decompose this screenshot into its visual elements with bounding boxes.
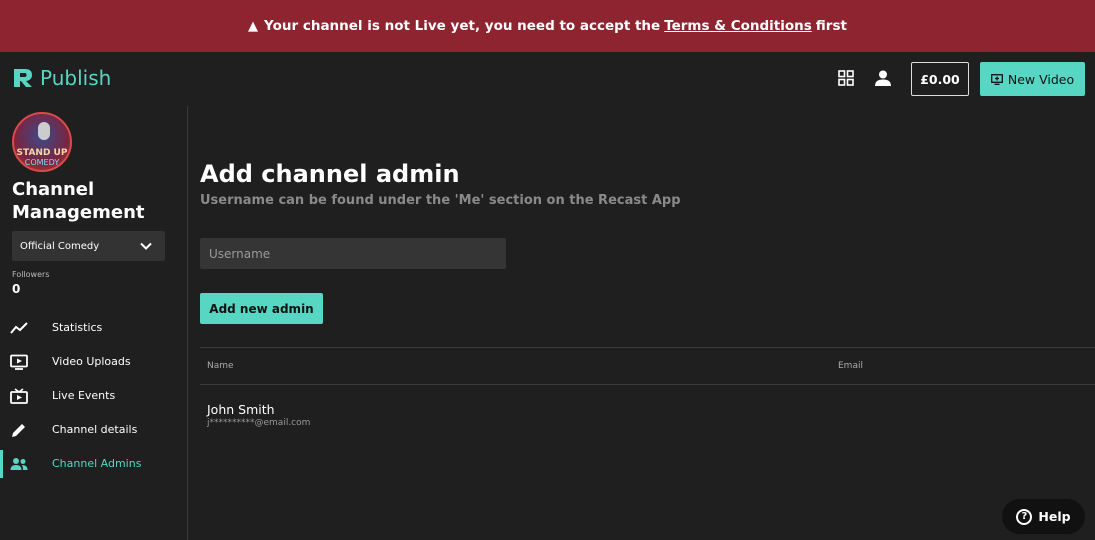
banner-text-after: first xyxy=(815,18,847,34)
sidebar-item-label: Video Uploads xyxy=(52,355,131,368)
followers-value: 0 xyxy=(12,282,21,296)
help-label: Help xyxy=(1038,509,1071,524)
table-divider xyxy=(200,347,1095,348)
new-video-label: New Video xyxy=(1007,71,1075,87)
users-icon xyxy=(10,458,28,470)
sidebar-item-label: Statistics xyxy=(52,321,103,334)
help-button[interactable]: ? Help xyxy=(1002,499,1085,534)
column-header-email: Email xyxy=(838,361,863,371)
username-input[interactable] xyxy=(200,238,506,269)
sidebar: STAND UP COMEDY Channel Management Offic… xyxy=(0,106,188,540)
sidebar-item-label: Channel Admins xyxy=(52,457,142,470)
sidebar-item-label: Channel details xyxy=(52,423,138,436)
avatar-text-line1: STAND UP xyxy=(16,148,68,158)
channel-select-value: Official Comedy xyxy=(20,240,100,252)
page-subtitle: Username can be found under the 'Me' sec… xyxy=(200,193,681,208)
video-screen-icon xyxy=(10,354,28,370)
add-admin-button[interactable]: Add new admin xyxy=(200,293,323,324)
banner-text: Your channel is not Live yet, you need t… xyxy=(264,18,661,34)
live-tv-icon xyxy=(10,388,28,404)
sidebar-item-label: Live Events xyxy=(52,389,116,402)
new-video-button[interactable]: New Video xyxy=(980,62,1085,96)
channel-select[interactable]: Official Comedy xyxy=(12,231,165,261)
active-indicator xyxy=(0,450,3,478)
sidebar-title: Channel Management xyxy=(12,179,145,223)
sidebar-item-video-uploads[interactable]: Video Uploads xyxy=(0,348,187,376)
sidebar-item-statistics[interactable]: Statistics xyxy=(0,314,187,342)
user-icon[interactable] xyxy=(874,70,892,86)
sidebar-item-live-events[interactable]: Live Events xyxy=(0,382,187,410)
warning-banner: ▲ Your channel is not Live yet, you need… xyxy=(0,0,1095,52)
microphone-icon xyxy=(38,122,50,140)
app-logo[interactable]: Publish xyxy=(12,66,111,90)
avatar-text-line2: COMEDY xyxy=(24,158,60,167)
followers-label: Followers xyxy=(12,270,50,279)
warning-icon: ▲ xyxy=(248,18,259,34)
help-icon: ? xyxy=(1016,508,1033,525)
top-bar: Publish £0.00 New Video xyxy=(0,52,1095,106)
app-name: Publish xyxy=(40,66,112,90)
recast-logo-icon xyxy=(14,69,32,87)
terms-link[interactable]: Terms & Conditions xyxy=(664,18,812,34)
admin-email: j**********@email.com xyxy=(207,418,311,428)
pencil-icon xyxy=(12,424,25,437)
sidebar-item-channel-admins[interactable]: Channel Admins xyxy=(0,450,187,478)
sidebar-item-channel-details[interactable]: Channel details xyxy=(0,416,187,444)
grid-icon[interactable] xyxy=(838,70,854,86)
admin-name: John Smith xyxy=(207,402,275,417)
page-title: Add channel admin xyxy=(200,160,460,188)
screen-plus-icon xyxy=(990,73,1003,85)
balance-value: £0.00 xyxy=(920,71,960,87)
chevron-down-icon xyxy=(140,242,152,250)
column-header-name: Name xyxy=(207,361,234,371)
channel-avatar: STAND UP COMEDY xyxy=(12,112,72,172)
table-header-divider xyxy=(200,384,1095,385)
trending-line-icon xyxy=(10,322,28,334)
balance-display[interactable]: £0.00 xyxy=(911,62,969,96)
